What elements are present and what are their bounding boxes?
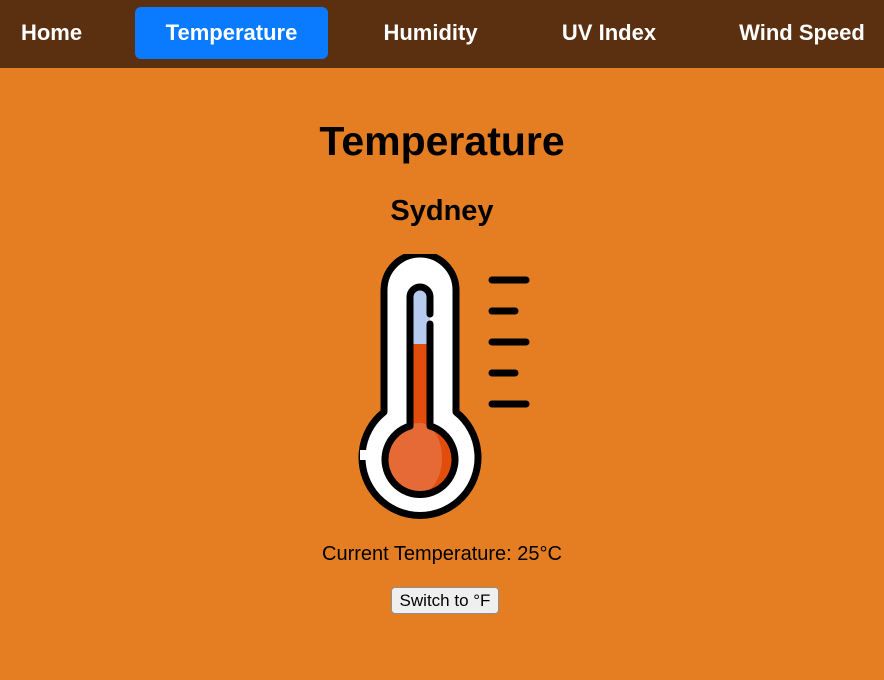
city-name: Sydney bbox=[390, 195, 494, 227]
nav-item-uv-index[interactable]: UV Index bbox=[539, 7, 679, 59]
thermometer-icon bbox=[358, 254, 530, 519]
nav-item-temperature[interactable]: Temperature bbox=[135, 7, 328, 59]
nav-item-wind-speed[interactable]: Wind Speed bbox=[720, 7, 884, 59]
outline-gap bbox=[360, 450, 368, 460]
nav-item-home[interactable]: Home bbox=[0, 7, 103, 59]
page-title: Temperature bbox=[319, 118, 565, 164]
navbar: Home Temperature Humidity UV Index Wind … bbox=[0, 0, 884, 68]
switch-unit-button[interactable]: Switch to °F bbox=[391, 587, 499, 614]
current-temperature: Current Temperature: 25°C bbox=[322, 543, 562, 565]
nav-item-humidity[interactable]: Humidity bbox=[360, 7, 501, 59]
